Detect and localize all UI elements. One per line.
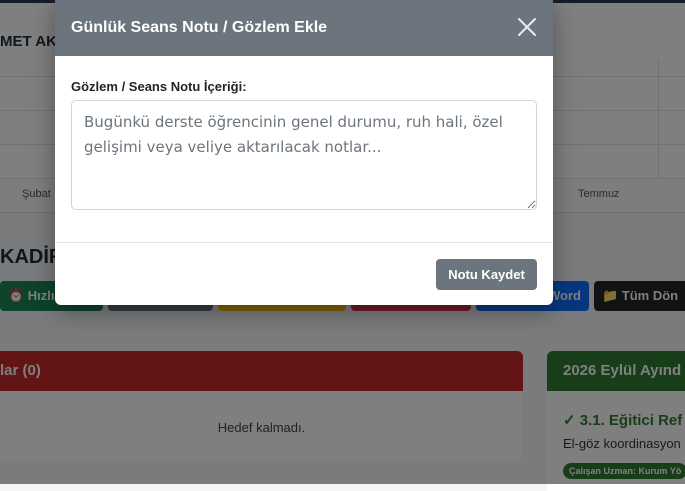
session-note-modal: Günlük Seans Notu / Gözlem Ekle Gözlem /… bbox=[55, 0, 553, 305]
modal-header: Günlük Seans Notu / Gözlem Ekle bbox=[55, 0, 553, 56]
modal-footer-divider bbox=[55, 242, 553, 243]
save-note-button[interactable]: Notu Kaydet bbox=[436, 259, 537, 290]
close-icon[interactable] bbox=[515, 15, 539, 39]
note-textarea[interactable] bbox=[71, 100, 537, 210]
modal-title: Günlük Seans Notu / Gözlem Ekle bbox=[71, 19, 328, 36]
note-content-label: Gözlem / Seans Notu İçeriği: bbox=[71, 79, 247, 94]
